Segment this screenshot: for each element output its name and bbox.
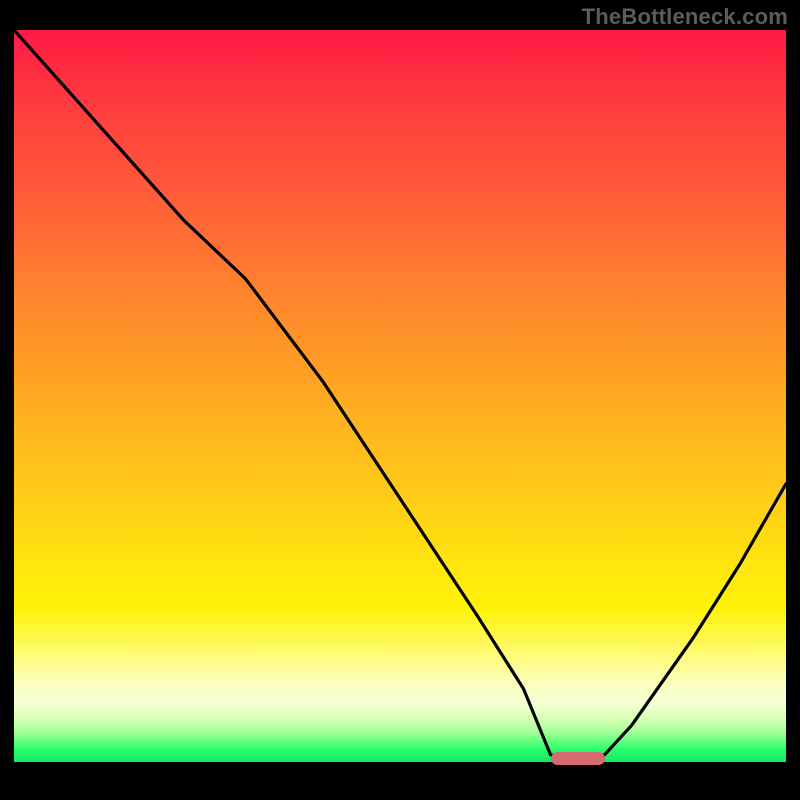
plot-area xyxy=(14,30,786,786)
curve-path xyxy=(14,30,786,762)
optimal-range-marker xyxy=(551,752,605,765)
watermark-text: TheBottleneck.com xyxy=(582,4,788,30)
bottleneck-curve xyxy=(14,30,786,786)
chart-frame: TheBottleneck.com xyxy=(0,0,800,800)
